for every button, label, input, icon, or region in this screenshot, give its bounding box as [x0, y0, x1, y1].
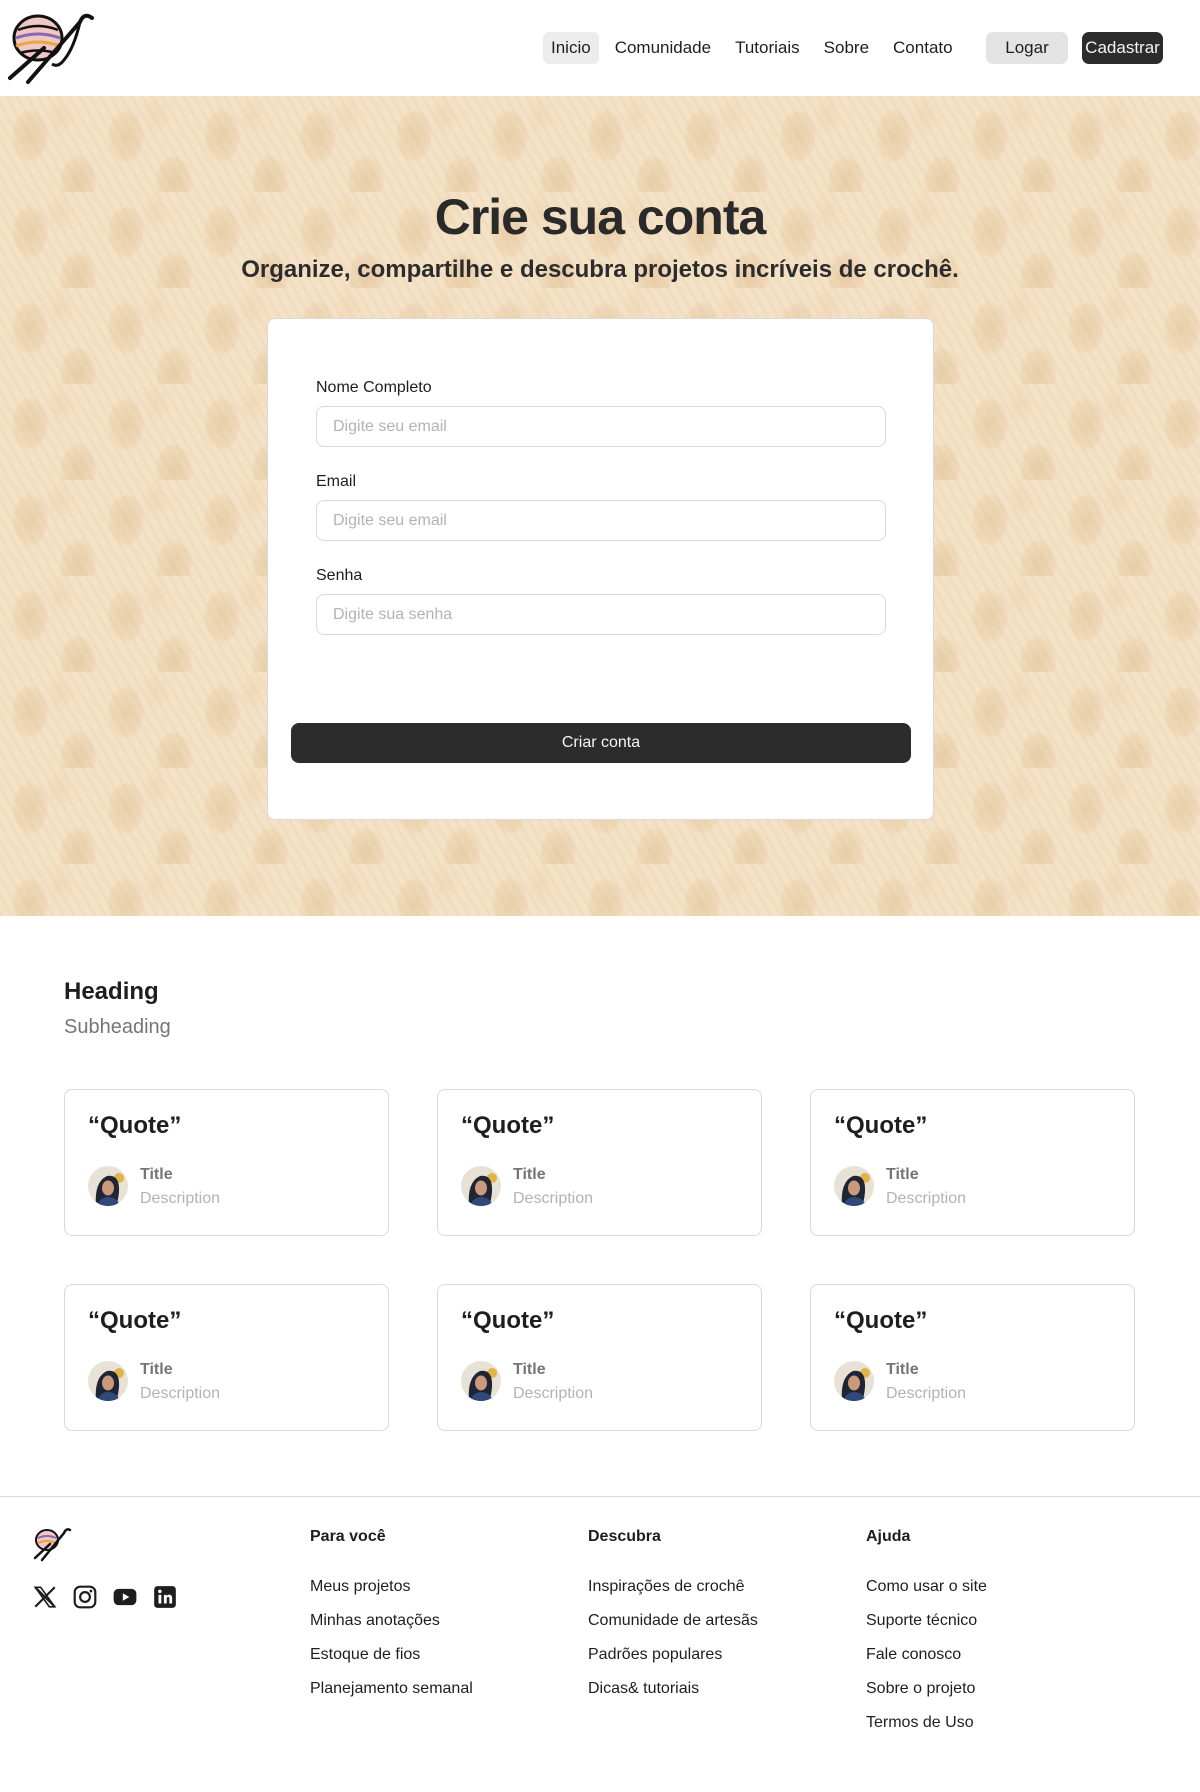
footer-logo-icon[interactable] [32, 1526, 74, 1562]
testimonial-quote: “Quote” [88, 1112, 182, 1139]
crochet-logo-icon[interactable] [4, 8, 100, 88]
footer-link[interactable]: Fale conosco [866, 1646, 961, 1664]
testimonial-quote: “Quote” [834, 1307, 928, 1334]
signup-form: Nome Completo Email Senha Criar conta [267, 318, 934, 820]
testimonial-title: Title [140, 1361, 173, 1378]
testimonial-description: Description [140, 1190, 221, 1207]
footer-link[interactable]: Meus projetos [310, 1578, 411, 1596]
page-subtitle: Organize, compartilhe e descubra projeto… [241, 256, 959, 283]
avatar [461, 1361, 501, 1401]
testimonial-quote: “Quote” [834, 1112, 928, 1139]
testimonial-card: “Quote” Title Description [64, 1089, 389, 1236]
footer-link[interactable]: Inspirações de crochê [588, 1578, 745, 1596]
avatar [88, 1166, 128, 1206]
testimonial-title: Title [513, 1361, 546, 1378]
password-label: Senha [316, 567, 363, 584]
testimonial-description: Description [886, 1385, 967, 1402]
footer-column-title: Descubra [588, 1528, 661, 1545]
testimonial-quote: “Quote” [88, 1307, 182, 1334]
footer-link[interactable]: Como usar o site [866, 1578, 987, 1596]
testimonial-description: Description [513, 1190, 594, 1207]
nav-contato[interactable]: Contato [885, 32, 961, 64]
footer-link[interactable]: Comunidade de artesãs [588, 1612, 758, 1630]
create-account-button[interactable]: Criar conta [291, 723, 911, 763]
testimonial-quote: “Quote” [461, 1112, 555, 1139]
testimonial-card: “Quote” Title Description [437, 1089, 762, 1236]
footer-link[interactable]: Planejamento semanal [310, 1680, 473, 1698]
section-heading: Heading [64, 978, 159, 1005]
testimonial-title: Title [886, 1361, 919, 1378]
signup-button[interactable]: Cadastrar [1082, 32, 1163, 64]
footer-link[interactable]: Sobre o projeto [866, 1680, 975, 1698]
page-title: Crie sua conta [434, 189, 767, 245]
avatar [834, 1166, 874, 1206]
testimonial-card: “Quote” Title Description [437, 1284, 762, 1431]
testimonial-description: Description [140, 1385, 221, 1402]
footer-link[interactable]: Suporte técnico [866, 1612, 977, 1630]
footer-column-title: Ajuda [866, 1528, 911, 1545]
footer-link[interactable]: Termos de Uso [866, 1714, 974, 1732]
testimonial-card: “Quote” Title Description [64, 1284, 389, 1431]
testimonial-title: Title [140, 1166, 173, 1183]
hero-section: Crie sua conta Organize, compartilhe e d… [0, 96, 1200, 916]
youtube-icon[interactable] [112, 1584, 138, 1610]
testimonial-description: Description [886, 1190, 967, 1207]
nav-inicio[interactable]: Inicio [543, 32, 599, 64]
x-icon[interactable] [32, 1584, 58, 1610]
testimonial-card: “Quote” Title Description [810, 1089, 1135, 1236]
footer-link[interactable]: Padrões populares [588, 1646, 722, 1664]
footer-divider [0, 1496, 1200, 1497]
footer-column-title: Para você [310, 1528, 386, 1545]
nav-comunidade[interactable]: Comunidade [607, 32, 719, 64]
footer-link[interactable]: Estoque de fios [310, 1646, 420, 1664]
nav-tutoriais[interactable]: Tutoriais [727, 32, 808, 64]
avatar [834, 1361, 874, 1401]
nav-sobre[interactable]: Sobre [816, 32, 877, 64]
email-label: Email [316, 473, 357, 490]
name-input[interactable] [316, 406, 886, 447]
site-header: Inicio Comunidade Tutoriais Sobre Contat… [0, 0, 1200, 96]
password-input[interactable] [316, 594, 886, 635]
section-subheading: Subheading [64, 1016, 171, 1038]
footer-link[interactable]: Minhas anotações [310, 1612, 440, 1630]
testimonial-quote: “Quote” [461, 1307, 555, 1334]
testimonial-description: Description [513, 1385, 594, 1402]
testimonial-title: Title [513, 1166, 546, 1183]
testimonial-card: “Quote” Title Description [810, 1284, 1135, 1431]
name-label: Nome Completo [316, 379, 432, 396]
email-input[interactable] [316, 500, 886, 541]
linkedin-icon[interactable] [152, 1584, 178, 1610]
instagram-icon[interactable] [72, 1584, 98, 1610]
avatar [88, 1361, 128, 1401]
testimonial-title: Title [886, 1166, 919, 1183]
main-nav: Inicio Comunidade Tutoriais Sobre Contat… [543, 32, 961, 64]
login-button[interactable]: Logar [986, 32, 1068, 64]
footer-link[interactable]: Dicas& tutoriais [588, 1680, 699, 1698]
avatar [461, 1166, 501, 1206]
